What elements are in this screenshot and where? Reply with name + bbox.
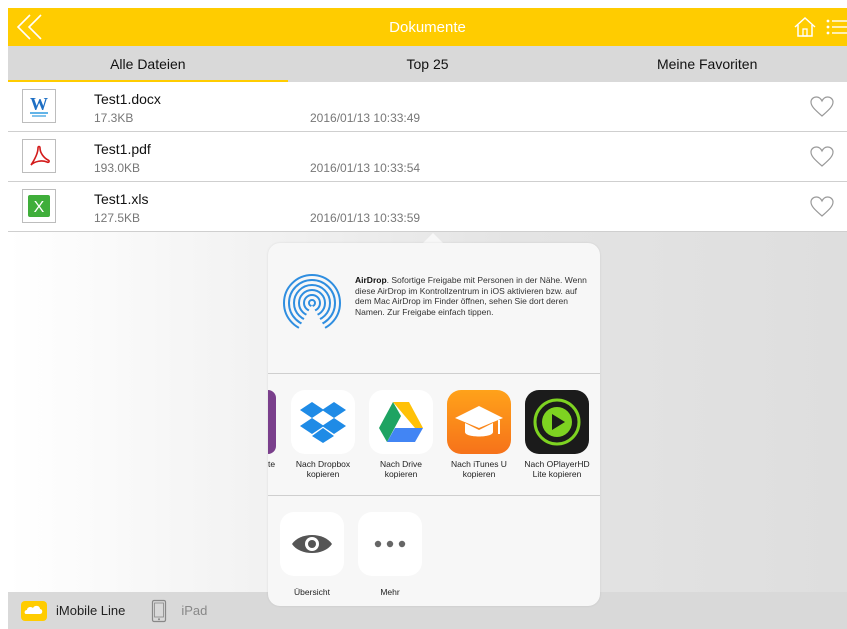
tab-label: Top 25 <box>406 56 449 72</box>
cloud-folder-icon <box>21 600 47 621</box>
file-date: 2016/01/13 10:33:54 <box>310 161 421 175</box>
favorite-heart-button[interactable] <box>809 195 835 219</box>
ipad-device-icon <box>152 599 167 622</box>
file-name: Test1.pdf <box>94 141 151 157</box>
popover-arrow <box>423 233 443 243</box>
dropbox-share-button[interactable]: Nach Dropbox kopieren <box>286 390 360 479</box>
action-label: Mehr <box>380 587 400 597</box>
oplayer-icon <box>525 390 589 454</box>
svg-text:X: X <box>34 199 45 216</box>
tab-label: Alle Dateien <box>110 56 186 72</box>
page-title: Dokumente <box>389 18 466 36</box>
file-date: 2016/01/13 10:33:59 <box>310 211 421 225</box>
tab-bar: Alle Dateien Top 25 Meine Favoriten <box>8 46 847 82</box>
dropbox-icon <box>291 390 355 454</box>
file-row[interactable]: W Test1.docx 17.3KB 2016/01/13 10:33:49 <box>8 82 847 132</box>
partial-app-icon[interactable] <box>268 390 276 454</box>
partial-app-label: te <box>268 459 276 469</box>
file-size: 193.0KB <box>94 161 141 175</box>
drive-share-button[interactable]: Nach Drive kopieren <box>364 390 438 479</box>
home-icon <box>794 16 816 37</box>
action-label: Übersicht <box>294 587 330 597</box>
home-button[interactable] <box>793 15 817 39</box>
tab-top-25[interactable]: Top 25 <box>288 46 568 82</box>
list-menu-icon <box>826 19 847 35</box>
google-drive-icon <box>369 390 433 454</box>
file-size: 17.3KB <box>94 111 134 125</box>
heart-icon <box>810 146 834 167</box>
app-label: Nach Drive kopieren <box>379 459 423 479</box>
airdrop-title: AirDrop <box>355 275 387 285</box>
favorite-heart-button[interactable] <box>809 145 835 169</box>
oplayer-share-button[interactable]: Nach OPlayerHD Lite kopieren <box>520 390 594 479</box>
file-row[interactable]: X Test1.xls 127.5KB 2016/01/13 10:33:59 <box>8 182 847 232</box>
quicklook-button[interactable]: Übersicht <box>275 512 349 597</box>
app-row: te Nach Dropbox kopieren Nach Drive kopi… <box>268 374 600 495</box>
imobile-line-button[interactable]: iMobile Line <box>20 599 125 623</box>
file-row[interactable]: Test1.pdf 193.0KB 2016/01/13 10:33:54 <box>8 132 847 182</box>
tab-label: Meine Favoriten <box>656 56 758 72</box>
itunes-u-icon <box>447 390 511 454</box>
file-list: W Test1.docx 17.3KB 2016/01/13 10:33:49 … <box>8 82 847 232</box>
ipad-button[interactable]: iPad <box>151 599 207 623</box>
eye-icon <box>280 512 344 576</box>
excel-doc-icon: X <box>22 189 56 223</box>
airdrop-body: . Sofortige Freigabe mit Personen in der… <box>355 275 587 317</box>
airdrop-description: AirDrop. Sofortige Freigabe mit Personen… <box>355 275 587 317</box>
airdrop-icon <box>283 274 341 333</box>
app-label: Nach Dropbox kopieren <box>295 459 351 479</box>
app-label: Nach iTunes U kopieren <box>451 459 507 479</box>
favorite-heart-button[interactable] <box>809 95 835 119</box>
tab-meine-favoriten[interactable]: Meine Favoriten <box>567 46 847 82</box>
file-name: Test1.xls <box>94 191 149 207</box>
file-date: 2016/01/13 10:33:49 <box>310 111 421 125</box>
bottom-item-label: iPad <box>181 603 208 618</box>
file-size: 127.5KB <box>94 211 141 225</box>
app-label: Nach OPlayerHD Lite kopieren <box>524 459 590 479</box>
back-button[interactable] <box>14 12 50 42</box>
double-chevron-left-icon <box>16 14 42 40</box>
itunes-u-share-button[interactable]: Nach iTunes U kopieren <box>442 390 516 479</box>
word-doc-icon: W <box>22 89 56 123</box>
airdrop-section[interactable]: AirDrop. Sofortige Freigabe mit Personen… <box>268 243 600 373</box>
heart-icon <box>810 196 834 217</box>
more-dots-icon <box>358 512 422 576</box>
pdf-doc-icon <box>22 139 56 173</box>
top-nav-bar: Dokumente <box>8 8 847 46</box>
share-sheet: AirDrop. Sofortige Freigabe mit Personen… <box>268 243 600 606</box>
bottom-item-label: iMobile Line <box>56 603 126 618</box>
heart-icon <box>810 96 834 117</box>
menu-button[interactable] <box>825 17 847 37</box>
svg-text:W: W <box>30 94 48 114</box>
action-row: Übersicht Mehr <box>268 496 600 606</box>
tab-alle-dateien[interactable]: Alle Dateien <box>8 46 288 82</box>
file-name: Test1.docx <box>94 91 161 107</box>
more-button[interactable]: Mehr <box>353 512 427 597</box>
